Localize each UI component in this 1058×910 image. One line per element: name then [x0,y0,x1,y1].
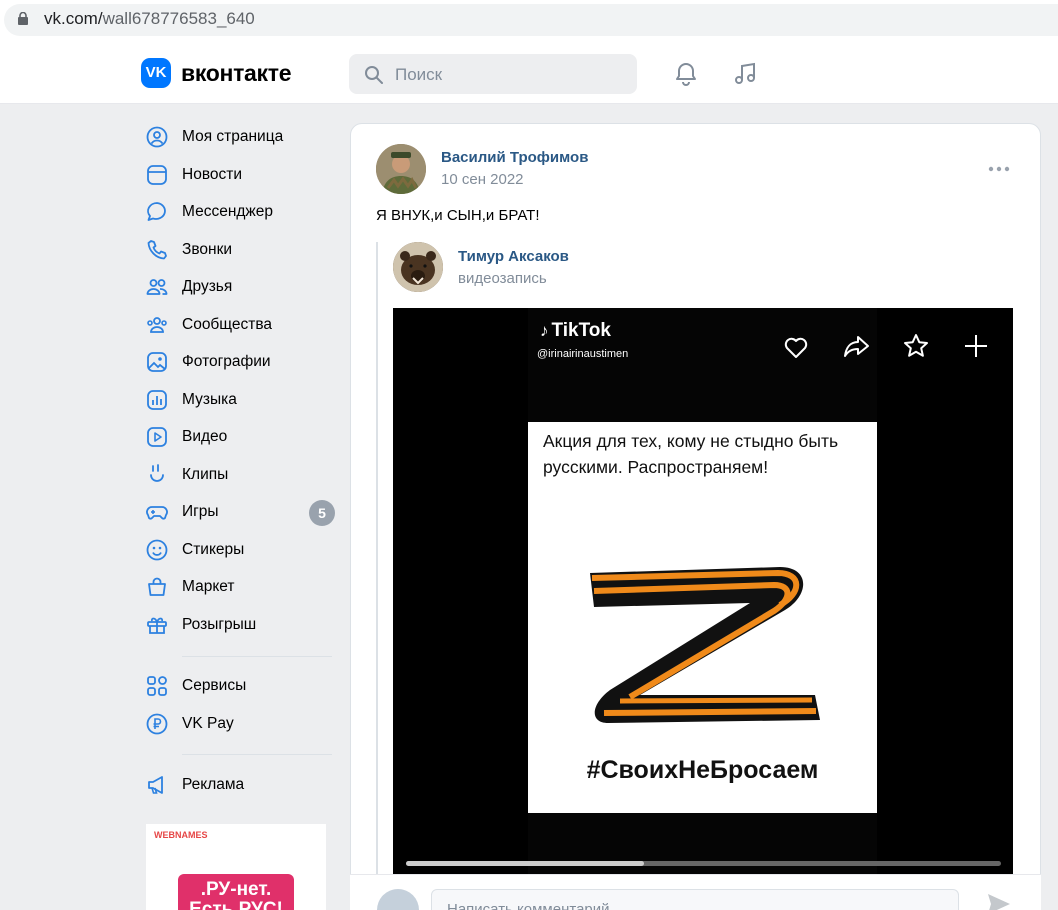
author-avatar[interactable] [376,144,426,194]
sidebar-item-services[interactable]: Сервисы [145,673,340,699]
url-path: wall678776583_640 [102,9,255,28]
lock-icon [18,12,28,25]
sidebar-item-communities[interactable]: Сообщества [145,312,340,338]
ad-text: .РУ-нет. Есть РУС! [178,874,294,910]
sidebar-item-ads[interactable]: Реклама [145,772,340,798]
message-icon [145,200,169,224]
sidebar-item-clips[interactable]: Клипы [145,462,340,488]
more-options-icon[interactable] [988,166,1010,172]
sidebar-item-label: Клипы [182,466,229,483]
bell-icon[interactable] [672,60,700,88]
search-placeholder: Поиск [395,65,443,84]
video-action-icons [784,334,987,358]
sidebar-item-label: VK Pay [182,715,234,732]
post-date[interactable]: 10 сен 2022 [441,171,524,188]
send-icon[interactable] [986,892,1012,910]
post-text: Я ВНУК,и СЫН,и БРАТ! [376,207,540,224]
sidebar-item-label: Фотографии [182,353,271,370]
sidebar-item-label: Музыка [182,391,237,408]
phone-icon [145,238,169,262]
video-hashtag: #СвоихНеБросаем [586,756,819,784]
sidebar-ad-banner[interactable]: WEBNAMES .РУ-нет. Есть РУС! [146,824,326,910]
sidebar-item-news[interactable]: Новости [145,162,340,188]
sidebar-item-label: Розыгрыш [182,616,257,633]
tiktok-label: TikTok [551,320,611,341]
sidebar-item-label: Мессенджер [182,203,274,220]
star-icon[interactable] [904,334,928,357]
user-circle-icon [145,125,169,149]
sidebar-item-label: Маркет [182,578,235,595]
friends-icon [145,275,169,299]
heart-icon[interactable] [784,337,808,358]
sidebar-divider [182,754,332,755]
sidebar-item-vk-pay[interactable]: VK Pay [145,711,340,737]
sidebar-item-label: Друзья [182,278,233,295]
gift-icon [145,613,169,637]
tiktok-handle: @irinairinaustimen [537,348,629,360]
sidebar-item-label: Сервисы [182,677,247,694]
plus-icon[interactable] [965,335,987,357]
communities-icon [145,313,169,337]
sidebar-item-label: Стикеры [182,541,245,558]
sidebar-item-label: Видео [182,428,228,445]
vk-logo[interactable]: VK [141,58,171,88]
repost-indicator-line [376,242,378,882]
browser-url-bar[interactable]: vk.com/wall678776583_640 [0,0,1058,40]
sidebar-divider [182,656,332,657]
comment-placeholder: Написать комментарий... [447,901,623,910]
sidebar-item-market[interactable]: Маркет [145,574,340,600]
market-icon [145,575,169,599]
search-icon [365,66,383,84]
services-icon [145,674,169,698]
url-domain: vk.com/ [44,9,103,28]
comment-input[interactable]: Написать комментарий... [431,889,959,910]
sidebar-item-friends[interactable]: Друзья [145,274,340,300]
sidebar-item-label: Новости [182,166,243,183]
repost-type-label: видеозапись [458,270,547,287]
sidebar-item-my-page[interactable]: Моя страница [145,124,340,150]
sidebar-item-label: Моя страница [182,128,284,145]
clips-icon [145,463,169,487]
sidebar-item-giveaway[interactable]: Розыгрыш [145,612,340,638]
music-icon[interactable] [731,60,759,88]
sidebar-item-label: Реклама [182,776,245,793]
ruble-icon [145,712,169,736]
photo-icon [145,350,169,374]
games-count-badge: 5 [309,500,335,526]
gamepad-icon [145,500,169,524]
sidebar-item-label: Игры [182,503,219,520]
url-text[interactable]: vk.com/wall678776583_640 [44,9,255,29]
ad-logo: WEBNAMES [154,830,208,840]
video-icon [145,425,169,449]
sidebar-item-calls[interactable]: Звонки [145,237,340,263]
sticker-icon [145,538,169,562]
sidebar-item-photos[interactable]: Фотографии [145,349,340,375]
video-caption: Акция для тех, кому не стыдно быть русск… [543,431,839,477]
sidebar-item-video[interactable]: Видео [145,424,340,450]
video-progress-bar[interactable] [406,861,1001,866]
ribbon-letter-image [590,567,820,723]
news-icon [145,163,169,187]
repost-author-name[interactable]: Тимур Аксаков [458,248,569,265]
post-author-name[interactable]: Василий Трофимов [441,149,588,166]
sidebar-item-music[interactable]: Музыка [145,387,340,413]
search-input[interactable]: Поиск [349,54,637,94]
sidebar-item-label: Звонки [182,241,233,258]
sidebar-item-messenger[interactable]: Мессенджер [145,199,340,225]
tiktok-logo-icon: ♪ [540,321,549,340]
repost-author-avatar[interactable] [393,242,443,292]
music-bars-icon [145,388,169,412]
tiktok-watermark: ♪ TikTok [540,320,611,342]
video-progress-fill [406,861,644,866]
brand-name[interactable]: вконтакте [181,58,292,88]
share-icon[interactable] [844,336,869,357]
sidebar-item-label: Сообщества [182,316,273,333]
megaphone-icon [145,773,169,797]
sidebar-item-stickers[interactable]: Стикеры [145,537,340,563]
